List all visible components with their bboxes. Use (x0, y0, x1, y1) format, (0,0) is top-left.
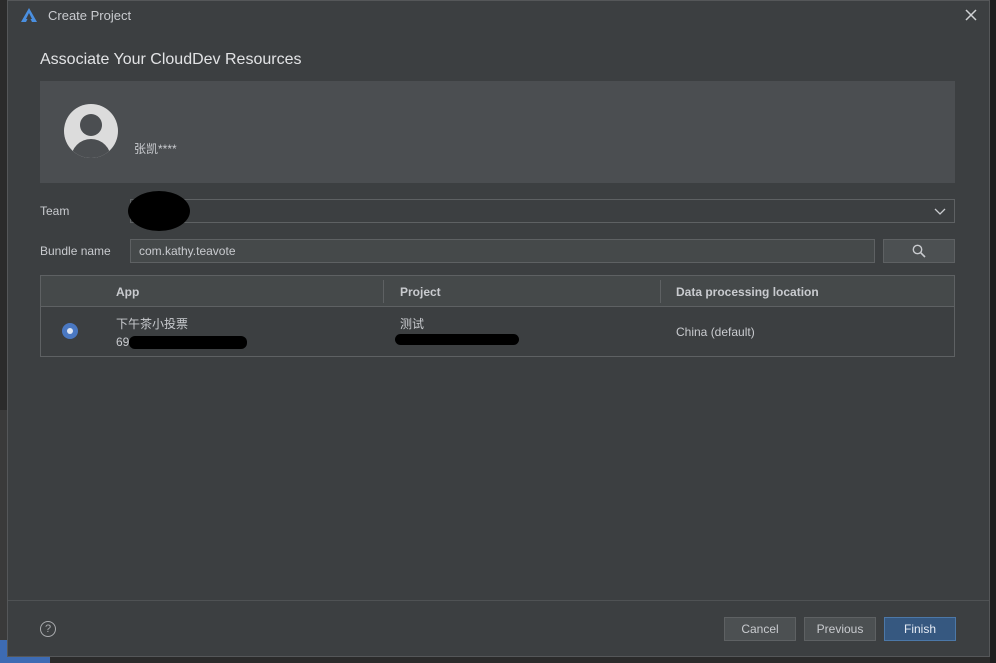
account-name: 张凯**** (134, 142, 177, 156)
account-card: 张凯**** (40, 81, 955, 183)
resource-table: App Project Data processing location 下午茶… (40, 275, 955, 357)
title-bar: Create Project (8, 1, 989, 29)
window-title: Create Project (48, 8, 132, 23)
deveco-logo-icon (21, 8, 37, 22)
cancel-button[interactable]: Cancel (724, 617, 796, 641)
help-icon[interactable]: ? (40, 621, 56, 637)
team-dropdown[interactable] (130, 199, 955, 223)
row-radio-button[interactable] (62, 323, 78, 339)
avatar-icon (64, 104, 118, 158)
background-edge (990, 0, 996, 663)
page-heading: Associate Your CloudDev Resources (40, 51, 302, 68)
chevron-down-icon (934, 208, 946, 215)
previous-button[interactable]: Previous (804, 617, 876, 641)
app-name: 下午茶小投票 (116, 317, 189, 331)
bundle-name-input[interactable] (130, 239, 875, 263)
close-icon (965, 9, 977, 21)
redaction-mark (395, 334, 519, 345)
app-id: 69 (116, 335, 130, 349)
column-header-location: Data processing location (676, 285, 819, 299)
bundle-name-label: Bundle name (40, 244, 111, 258)
redaction-mark (129, 336, 247, 349)
project-name: 测试 (400, 317, 425, 331)
footer-divider (8, 600, 989, 601)
column-header-app: App (116, 285, 140, 299)
table-header: App Project Data processing location (41, 276, 954, 307)
search-button[interactable] (883, 239, 955, 263)
table-row[interactable]: 下午茶小投票 69 测试 China (default) (41, 307, 954, 356)
search-icon (912, 244, 926, 258)
team-label: Team (40, 204, 70, 218)
create-project-dialog: Create Project Associate Your CloudDev R… (7, 0, 990, 657)
data-location: China (default) (676, 325, 755, 339)
column-header-project: Project (400, 285, 441, 299)
redaction-mark (128, 191, 190, 231)
close-button[interactable] (961, 5, 981, 25)
finish-button[interactable]: Finish (884, 617, 956, 641)
